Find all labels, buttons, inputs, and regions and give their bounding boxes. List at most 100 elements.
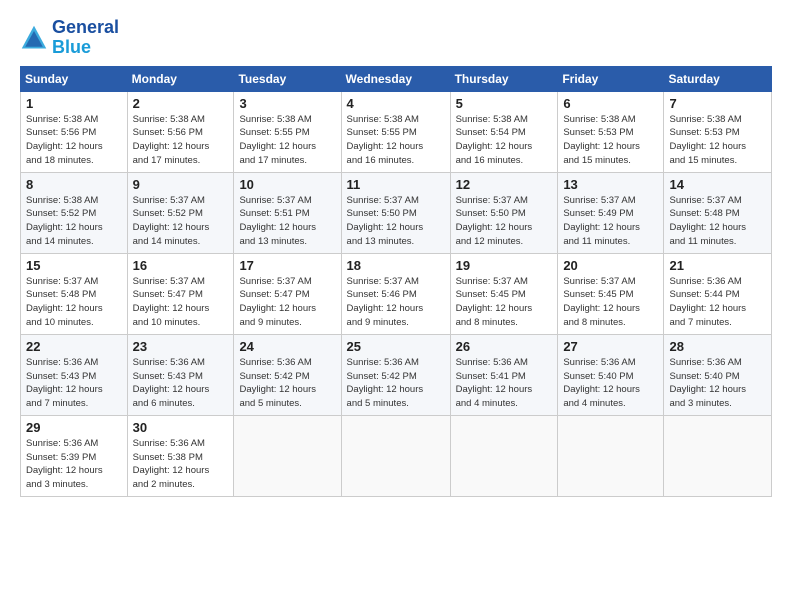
calendar-cell: 6 Sunrise: 5:38 AMSunset: 5:53 PMDaylight… <box>558 91 664 172</box>
day-info: Sunrise: 5:38 AMSunset: 5:52 PMDaylight:… <box>26 194 122 249</box>
day-number: 22 <box>26 339 122 354</box>
calendar-cell <box>558 415 664 496</box>
calendar-cell: 8 Sunrise: 5:38 AMSunset: 5:52 PMDaylight… <box>21 172 128 253</box>
weekday-header: Saturday <box>664 66 772 91</box>
day-number: 10 <box>239 177 335 192</box>
day-number: 15 <box>26 258 122 273</box>
calendar-week-row: 15Sunrise: 5:37 AMSunset: 5:48 PMDayligh… <box>21 253 772 334</box>
calendar-cell <box>450 415 558 496</box>
day-info: Sunrise: 5:36 AMSunset: 5:39 PMDaylight:… <box>26 437 122 492</box>
day-info: Sunrise: 5:38 AMSunset: 5:56 PMDaylight:… <box>133 113 229 168</box>
day-number: 16 <box>133 258 229 273</box>
calendar-cell: 30 Sunrise: 5:36 AMSunset: 5:38 PMDayligh… <box>127 415 234 496</box>
day-info: Sunrise: 5:38 AMSunset: 5:55 PMDaylight:… <box>239 113 335 168</box>
calendar-cell <box>341 415 450 496</box>
day-number: 24 <box>239 339 335 354</box>
calendar-week-row: 1 Sunrise: 5:38 AMSunset: 5:56 PMDaylight… <box>21 91 772 172</box>
day-number: 14 <box>669 177 766 192</box>
day-info: Sunrise: 5:38 AMSunset: 5:55 PMDaylight:… <box>347 113 445 168</box>
calendar-cell <box>664 415 772 496</box>
weekday-header: Friday <box>558 66 664 91</box>
calendar-cell: 28 Sunrise: 5:36 AMSunset: 5:40 PMDayligh… <box>664 334 772 415</box>
calendar-cell: 23 Sunrise: 5:36 AMSunset: 5:43 PMDayligh… <box>127 334 234 415</box>
day-number: 4 <box>347 96 445 111</box>
day-info: Sunrise: 5:36 AMSunset: 5:43 PMDaylight:… <box>26 356 122 411</box>
day-number: 27 <box>563 339 658 354</box>
day-info: Sunrise: 5:36 AMSunset: 5:40 PMDaylight:… <box>563 356 658 411</box>
day-number: 13 <box>563 177 658 192</box>
calendar-cell: 11 Sunrise: 5:37 AMSunset: 5:50 PMDayligh… <box>341 172 450 253</box>
day-info: Sunrise: 5:38 AMSunset: 5:53 PMDaylight:… <box>669 113 766 168</box>
calendar-cell: 21 Sunrise: 5:36 AMSunset: 5:44 PMDayligh… <box>664 253 772 334</box>
calendar-week-row: 22 Sunrise: 5:36 AMSunset: 5:43 PMDayligh… <box>21 334 772 415</box>
day-number: 20 <box>563 258 658 273</box>
day-info: Sunrise: 5:36 AMSunset: 5:42 PMDaylight:… <box>347 356 445 411</box>
calendar-table: SundayMondayTuesdayWednesdayThursdayFrid… <box>20 66 772 497</box>
weekday-header: Tuesday <box>234 66 341 91</box>
day-info: Sunrise: 5:37 AMSunset: 5:47 PMDaylight:… <box>133 275 229 330</box>
weekday-header: Thursday <box>450 66 558 91</box>
header: General Blue <box>20 18 772 58</box>
day-info: Sunrise: 5:36 AMSunset: 5:44 PMDaylight:… <box>669 275 766 330</box>
day-number: 12 <box>456 177 553 192</box>
day-info: Sunrise: 5:37 AMSunset: 5:52 PMDaylight:… <box>133 194 229 249</box>
calendar-cell: 22 Sunrise: 5:36 AMSunset: 5:43 PMDayligh… <box>21 334 128 415</box>
calendar-cell: 29 Sunrise: 5:36 AMSunset: 5:39 PMDayligh… <box>21 415 128 496</box>
day-info: Sunrise: 5:37 AMSunset: 5:47 PMDaylight:… <box>239 275 335 330</box>
calendar-cell: 3 Sunrise: 5:38 AMSunset: 5:55 PMDaylight… <box>234 91 341 172</box>
calendar-cell <box>234 415 341 496</box>
calendar-cell: 24 Sunrise: 5:36 AMSunset: 5:42 PMDayligh… <box>234 334 341 415</box>
day-number: 9 <box>133 177 229 192</box>
weekday-header: Monday <box>127 66 234 91</box>
day-number: 29 <box>26 420 122 435</box>
calendar-cell: 15Sunrise: 5:37 AMSunset: 5:48 PMDayligh… <box>21 253 128 334</box>
day-number: 21 <box>669 258 766 273</box>
day-info: Sunrise: 5:36 AMSunset: 5:41 PMDaylight:… <box>456 356 553 411</box>
calendar-cell: 14 Sunrise: 5:37 AMSunset: 5:48 PMDayligh… <box>664 172 772 253</box>
day-number: 23 <box>133 339 229 354</box>
day-info: Sunrise: 5:36 AMSunset: 5:42 PMDaylight:… <box>239 356 335 411</box>
calendar-cell: 5Sunrise: 5:38 AMSunset: 5:54 PMDaylight… <box>450 91 558 172</box>
day-number: 18 <box>347 258 445 273</box>
day-number: 2 <box>133 96 229 111</box>
day-info: Sunrise: 5:37 AMSunset: 5:50 PMDaylight:… <box>456 194 553 249</box>
day-number: 28 <box>669 339 766 354</box>
day-number: 8 <box>26 177 122 192</box>
day-info: Sunrise: 5:38 AMSunset: 5:56 PMDaylight:… <box>26 113 122 168</box>
day-number: 11 <box>347 177 445 192</box>
day-number: 1 <box>26 96 122 111</box>
day-info: Sunrise: 5:37 AMSunset: 5:51 PMDaylight:… <box>239 194 335 249</box>
calendar-cell: 18 Sunrise: 5:37 AMSunset: 5:46 PMDayligh… <box>341 253 450 334</box>
calendar-cell: 20 Sunrise: 5:37 AMSunset: 5:45 PMDayligh… <box>558 253 664 334</box>
day-number: 30 <box>133 420 229 435</box>
day-number: 6 <box>563 96 658 111</box>
day-number: 26 <box>456 339 553 354</box>
calendar-week-row: 8 Sunrise: 5:38 AMSunset: 5:52 PMDaylight… <box>21 172 772 253</box>
calendar-cell: 16 Sunrise: 5:37 AMSunset: 5:47 PMDayligh… <box>127 253 234 334</box>
day-info: Sunrise: 5:37 AMSunset: 5:48 PMDaylight:… <box>669 194 766 249</box>
logo: General Blue <box>20 18 119 58</box>
day-info: Sunrise: 5:36 AMSunset: 5:38 PMDaylight:… <box>133 437 229 492</box>
day-number: 5 <box>456 96 553 111</box>
day-info: Sunrise: 5:37 AMSunset: 5:50 PMDaylight:… <box>347 194 445 249</box>
day-number: 17 <box>239 258 335 273</box>
day-info: Sunrise: 5:38 AMSunset: 5:53 PMDaylight:… <box>563 113 658 168</box>
calendar-cell: 10 Sunrise: 5:37 AMSunset: 5:51 PMDayligh… <box>234 172 341 253</box>
logo-icon <box>20 24 48 52</box>
day-info: Sunrise: 5:37 AMSunset: 5:45 PMDaylight:… <box>563 275 658 330</box>
day-number: 7 <box>669 96 766 111</box>
calendar-cell: 7 Sunrise: 5:38 AMSunset: 5:53 PMDaylight… <box>664 91 772 172</box>
day-number: 3 <box>239 96 335 111</box>
calendar-cell: 9 Sunrise: 5:37 AMSunset: 5:52 PMDaylight… <box>127 172 234 253</box>
day-info: Sunrise: 5:36 AMSunset: 5:40 PMDaylight:… <box>669 356 766 411</box>
calendar-cell: 12 Sunrise: 5:37 AMSunset: 5:50 PMDayligh… <box>450 172 558 253</box>
day-info: Sunrise: 5:37 AMSunset: 5:45 PMDaylight:… <box>456 275 553 330</box>
calendar-cell: 19 Sunrise: 5:37 AMSunset: 5:45 PMDayligh… <box>450 253 558 334</box>
calendar-cell: 27 Sunrise: 5:36 AMSunset: 5:40 PMDayligh… <box>558 334 664 415</box>
day-number: 25 <box>347 339 445 354</box>
day-info: Sunrise: 5:36 AMSunset: 5:43 PMDaylight:… <box>133 356 229 411</box>
weekday-header: Sunday <box>21 66 128 91</box>
day-number: 19 <box>456 258 553 273</box>
weekday-header: Wednesday <box>341 66 450 91</box>
day-info: Sunrise: 5:37 AMSunset: 5:46 PMDaylight:… <box>347 275 445 330</box>
